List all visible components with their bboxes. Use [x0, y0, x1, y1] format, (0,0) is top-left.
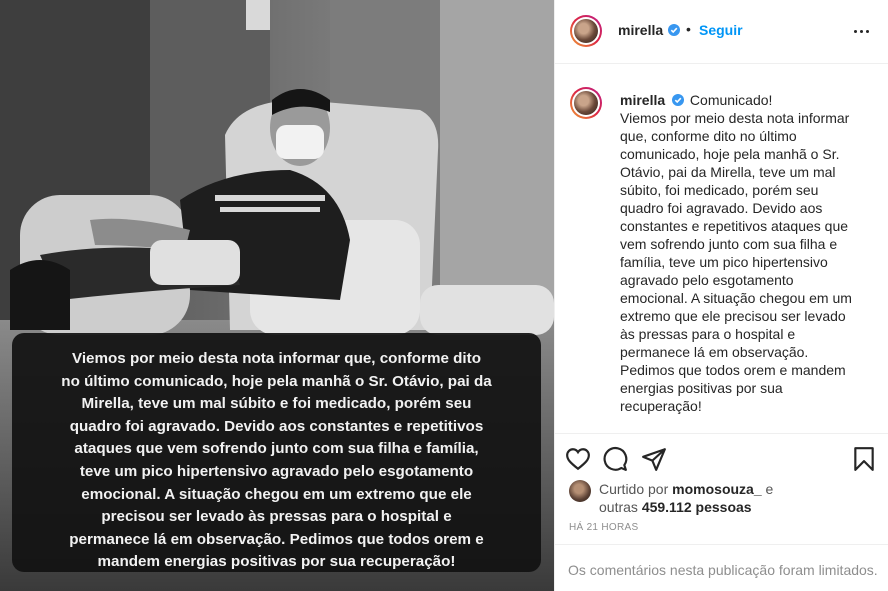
others-line: outras 459.112 pessoas — [599, 499, 752, 515]
bookmark-icon[interactable] — [851, 446, 877, 472]
caption-line: no último comunicado, hoje pela manhã o … — [61, 372, 492, 390]
comment-line: quadro foi agravado. Devido aos — [620, 200, 823, 216]
comment-line: Pedimos que todos orem e mandem — [620, 362, 846, 378]
comment-title: Comunicado! — [689, 92, 773, 108]
post-media[interactable]: Viemos por meio desta nota informar que,… — [0, 0, 554, 591]
instagram-post: Viemos por meio desta nota informar que,… — [0, 0, 888, 591]
comment-line: energias positivas por sua — [620, 380, 783, 396]
comments-limited-notice: Os comentários nesta publicação foram li… — [555, 544, 888, 591]
post-timestamp[interactable]: HÁ 21 HORAS — [569, 522, 638, 533]
likes-summary: Curtido por momosouza_ e outras 459.112 … — [555, 478, 888, 518]
comment-line: emocional. A situação chegou em um — [620, 290, 852, 306]
comment-line: família, teve um pico hipertensivo — [620, 254, 828, 270]
comment-line: súbito, foi medicado, porém seu — [620, 182, 819, 198]
comment-bubble-icon[interactable] — [602, 446, 628, 472]
comment-avatar[interactable] — [570, 87, 602, 119]
others-prefix: outras — [599, 499, 638, 515]
liked-by-line: Curtido por momosouza_ e — [599, 481, 773, 497]
comment-line: que, conforme dito no último — [620, 128, 797, 144]
caption-line: mandem energias positivas por sua recupe… — [97, 553, 456, 571]
story-caption-box: Viemos por meio desta nota informar que,… — [12, 333, 541, 572]
caption-line: Mirella, teve um mal súbito e foi medica… — [81, 395, 472, 413]
verified-badge-icon — [668, 24, 680, 36]
comment-text: mirella Comunicado! Viemos por meio dest… — [620, 91, 860, 415]
liked-by-prefix: Curtido por — [599, 481, 669, 497]
caption-line: teve um pico hipertensivo agravado pelo … — [79, 462, 474, 480]
post-side-panel: mirella • Seguir mirella Comunicado! Vie… — [554, 0, 888, 591]
comment-username[interactable]: mirella — [620, 92, 665, 108]
profile-avatar[interactable] — [570, 15, 602, 47]
paper-plane-icon[interactable] — [641, 446, 667, 472]
comment-line: às pressas para o hospital e — [620, 326, 796, 342]
caption-line: ataques que vem sofrendo junto com sua f… — [74, 440, 479, 458]
comment-line: extremo que ele precisou ser levado — [620, 308, 846, 324]
follow-button[interactable]: Seguir — [699, 22, 743, 38]
comment-first-line: mirella Comunicado! — [620, 91, 860, 109]
liker-avatar[interactable] — [569, 480, 591, 502]
caption-line: permanece lá em observação. Pedimos que … — [69, 530, 484, 548]
liked-by-and: e — [765, 481, 774, 497]
avatar-image — [574, 91, 598, 115]
comment-line: permanece lá em observação. — [620, 344, 809, 360]
more-options-icon[interactable] — [849, 19, 873, 43]
comment-line: comunicado, hoje pela manhã o Sr. — [620, 146, 840, 162]
avatar-image — [574, 19, 598, 43]
comment-line: agravado pelo esgotamento — [620, 272, 794, 288]
caption-line: quadro foi agravado. Devido aos constant… — [69, 417, 484, 435]
post-header: mirella • Seguir — [555, 0, 888, 64]
verified-badge-icon — [672, 94, 685, 106]
caption-line: precisou ser levado às pressas para o ho… — [101, 508, 452, 526]
heart-icon[interactable] — [565, 446, 591, 472]
comment-line: Viemos por meio desta nota informar — [620, 110, 850, 126]
likes-count[interactable]: 459.112 pessoas — [642, 499, 752, 515]
comment-line: recuperação! — [620, 398, 702, 414]
comment-line: Otávio, pai da Mirella, teve um mal — [620, 164, 836, 180]
caption-comment: mirella Comunicado! Viemos por meio dest… — [555, 65, 888, 433]
caption-line: Viemos por meio desta nota informar que,… — [71, 350, 481, 367]
comment-line: vem sofrendo junto com sua filha e — [620, 236, 838, 252]
caption-line: emocional. A situação chegou em um extre… — [81, 485, 472, 503]
header-username[interactable]: mirella — [618, 22, 663, 38]
separator-dot: • — [686, 21, 691, 37]
liker-username[interactable]: momosouza_ — [672, 481, 761, 497]
comment-line: constantes e repetitivos ataques que — [620, 218, 849, 234]
